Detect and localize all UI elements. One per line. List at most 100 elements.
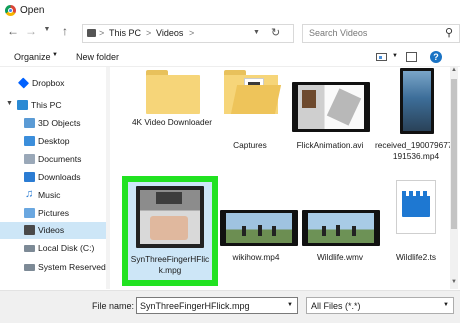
chevron-down-icon[interactable]: ▼ [392, 53, 398, 59]
organize-button[interactable]: Organize [14, 52, 51, 62]
file-name: received_1900796770191536.mp4 [374, 140, 458, 161]
sidebar-item-label: 3D Objects [38, 118, 81, 128]
sidebar-item-music[interactable]: ♫ Music [0, 187, 106, 204]
scroll-thumb[interactable] [451, 79, 457, 229]
file-grid: 4K Video Downloader Captures FlickAnimat… [112, 68, 457, 288]
title-bar: Open [0, 0, 460, 20]
new-folder-button[interactable]: New folder [76, 52, 119, 62]
breadcrumb-videos[interactable]: Videos [156, 28, 183, 38]
music-icon: ♫ [25, 188, 34, 200]
dropbox-icon [17, 77, 30, 89]
file-name: Wildlife.wmv [316, 252, 364, 262]
chevron-down-icon[interactable]: ▼ [40, 26, 54, 33]
file-grid-scrollbar[interactable]: ▲ ▼ [450, 67, 458, 289]
file-item-video[interactable]: Wildlife.wmv [298, 210, 382, 270]
sidebar-item-label: Desktop [38, 136, 70, 146]
chevron-down-icon: ▼ [52, 52, 58, 58]
scroll-up-icon[interactable]: ▲ [451, 67, 457, 73]
toolbar: Organize ▼ New folder ▼ ? [0, 46, 460, 67]
sidebar-item-this-pc[interactable]: ▼ This PC [0, 97, 106, 114]
sidebar-item-label: Videos [38, 225, 65, 235]
address-bar[interactable]: > This PC > Videos > ▼ ↻ [82, 24, 294, 43]
video-thumbnail [302, 210, 380, 246]
file-type-value: All Files (*.*) [311, 301, 361, 311]
window-title: Open [20, 5, 45, 16]
file-name: wikihow.mp4 [232, 252, 280, 262]
file-item-video[interactable]: wikihow.mp4 [214, 210, 298, 270]
up-arrow-icon[interactable]: ↑ [58, 24, 72, 38]
video-thumbnail [136, 186, 204, 248]
file-name-label: File name: [92, 301, 135, 311]
scroll-down-icon[interactable]: ▼ [451, 279, 457, 285]
video-thumbnail [220, 210, 298, 246]
refresh-icon[interactable]: ↻ [271, 26, 280, 39]
search-icon[interactable]: ⚲ [445, 26, 453, 39]
address-dropdown-icon[interactable]: ▼ [253, 29, 260, 36]
videos-icon [24, 225, 35, 235]
file-name-value: SynThreeFingerHFlick.mpg [140, 301, 250, 311]
sidebar-item-label: This PC [31, 100, 62, 110]
drive-icon [24, 245, 35, 252]
file-name: 4K Video Downloader [131, 117, 213, 127]
file-name-bar: File name: SynThreeFingerHFlick.mpg ▼ Al… [0, 290, 460, 323]
folder-icon [146, 70, 200, 114]
video-thumbnail [400, 68, 434, 134]
chevron-down-icon[interactable]: ▼ [287, 302, 293, 308]
breadcrumb-sep-icon: > [146, 28, 152, 38]
breadcrumb-this-pc[interactable]: This PC [109, 28, 141, 38]
sidebar-item-documents[interactable]: Documents [0, 151, 106, 168]
file-item-folder[interactable]: Captures [208, 68, 292, 150]
drive-icon [24, 264, 35, 271]
chevron-down-icon[interactable]: ▼ [443, 302, 449, 308]
search-box[interactable]: Search Videos ⚲ [302, 24, 460, 43]
desktop-icon [24, 136, 35, 146]
back-icon[interactable]: ← [6, 24, 20, 38]
pc-icon [17, 100, 28, 110]
file-item-file[interactable]: Wildlife2.ts [374, 180, 458, 270]
sidebar-item-pictures[interactable]: Pictures [0, 205, 106, 222]
sidebar-item-label: System Reserved [38, 262, 106, 272]
file-name: Wildlife2.ts [395, 252, 437, 262]
sidebar-item-local-disk[interactable]: Local Disk (C:) [0, 240, 106, 257]
videos-folder-icon [87, 29, 96, 37]
view-options-icon[interactable] [376, 53, 387, 61]
file-item-folder[interactable]: 4K Video Downloader [130, 68, 214, 138]
file-name: FlickAnimation.avi [296, 140, 364, 150]
preview-pane-icon[interactable] [406, 52, 417, 62]
sidebar-item-label: Dropbox [32, 78, 65, 88]
chrome-icon [5, 5, 16, 16]
sidebar-item-desktop[interactable]: Desktop [0, 133, 106, 150]
folder-icon [224, 70, 282, 114]
sidebar-item-dropbox[interactable]: Dropbox [0, 75, 106, 92]
sidebar-item-videos[interactable]: Videos [0, 222, 106, 239]
file-name-input[interactable]: SynThreeFingerHFlick.mpg ▼ [136, 297, 298, 314]
help-icon[interactable]: ? [430, 51, 442, 63]
sidebar-scrollbar[interactable] [106, 67, 110, 289]
video-thumbnail [292, 82, 370, 132]
cube-icon [24, 118, 35, 128]
video-file-icon [396, 180, 436, 234]
search-input[interactable]: Search Videos [309, 28, 367, 38]
file-name: SynThreeFingerHFlick.mpg [130, 254, 210, 275]
file-name: Captures [233, 140, 267, 150]
documents-icon [24, 154, 35, 164]
sidebar-item-label: Documents [38, 154, 82, 164]
breadcrumb-sep-icon: > [189, 28, 195, 38]
file-type-select[interactable]: All Files (*.*) ▼ [306, 297, 454, 314]
forward-icon[interactable]: → [24, 24, 38, 38]
pictures-icon [24, 208, 35, 218]
navigation-pane: Dropbox ▼ This PC 3D Objects Desktop Doc… [0, 67, 107, 289]
file-item-video[interactable]: FlickAnimation.avi [288, 68, 372, 150]
downloads-icon [24, 172, 35, 182]
sidebar-item-downloads[interactable]: Downloads [0, 169, 106, 186]
sidebar-item-system-reserved[interactable]: System Reserved [0, 259, 106, 276]
sidebar-item-label: Pictures [38, 208, 70, 218]
sidebar-item-label: Downloads [38, 172, 81, 182]
sidebar-item-3d-objects[interactable]: 3D Objects [0, 115, 106, 132]
file-item-video[interactable]: received_1900796770191536.mp4 [374, 68, 458, 168]
file-item-video-selected[interactable]: SynThreeFingerHFlick.mpg [122, 176, 218, 286]
expand-icon[interactable]: ▼ [6, 100, 13, 107]
sidebar-item-label: Local Disk (C:) [38, 243, 95, 253]
breadcrumb-sep-icon: > [99, 28, 105, 38]
sidebar-item-label: Music [38, 190, 61, 200]
